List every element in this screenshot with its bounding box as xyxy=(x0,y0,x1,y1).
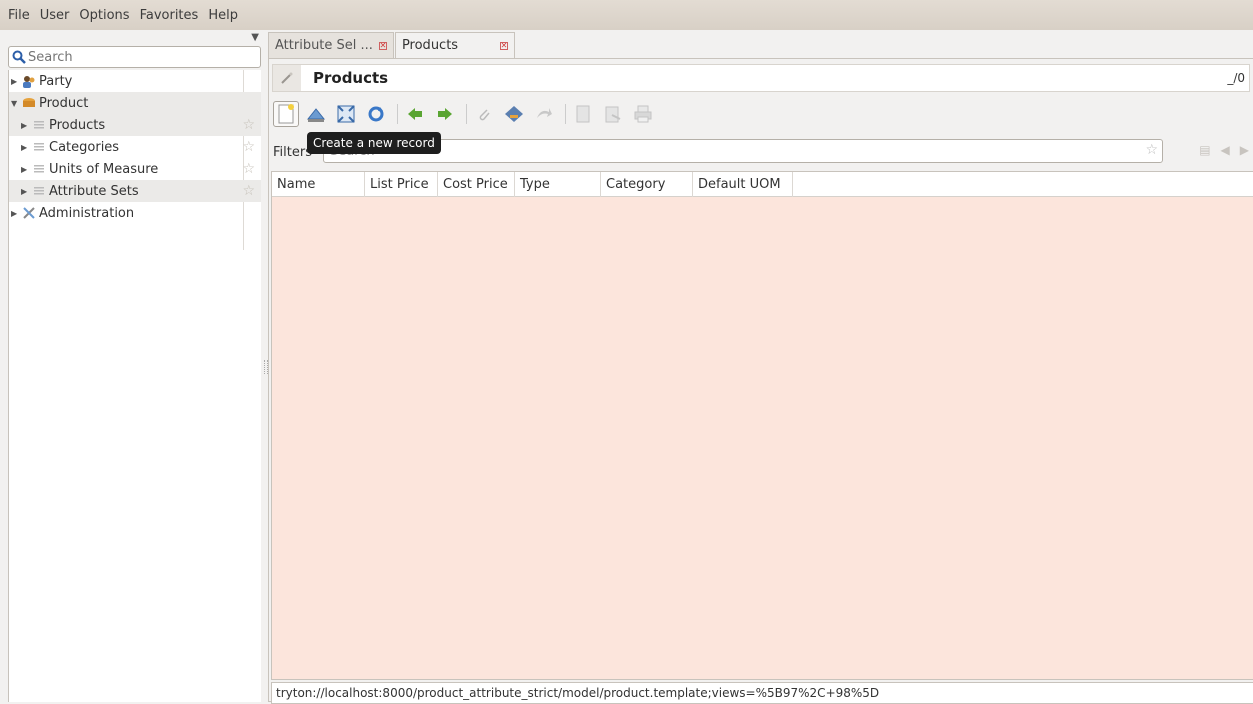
new-record-button[interactable] xyxy=(273,101,299,127)
expand-arrow-icon[interactable]: ▶ xyxy=(11,209,21,218)
print-button[interactable] xyxy=(630,101,656,127)
tree-item-products[interactable]: ▶ Products ☆ xyxy=(9,114,261,136)
next-button[interactable] xyxy=(432,101,458,127)
bookmark-star-icon[interactable]: ☆ xyxy=(1145,142,1158,158)
list-icon xyxy=(31,119,47,131)
favorite-star-icon[interactable]: ☆ xyxy=(242,183,255,199)
column-header-name[interactable]: Name xyxy=(272,172,365,197)
favorite-star-icon[interactable]: ☆ xyxy=(242,117,255,133)
close-tab-icon[interactable]: ✕ xyxy=(378,41,387,50)
tree-item-units-of-measure[interactable]: ▶ Units of Measure ☆ xyxy=(9,158,261,180)
wand-icon[interactable] xyxy=(273,65,301,91)
expand-arrow-icon[interactable]: ▶ xyxy=(21,121,31,130)
form-frame: Products _/0 Create a new record Filters… xyxy=(268,58,1253,704)
filter-actions: ▤ ◀ ▶ xyxy=(1199,143,1249,157)
toolbar xyxy=(273,99,660,129)
filter-previous-icon[interactable]: ◀ xyxy=(1221,143,1230,157)
sidebar-dropdown-icon[interactable]: ▼ xyxy=(251,32,259,43)
column-header-category[interactable]: Category xyxy=(601,172,693,197)
tree-item-categories[interactable]: ▶ Categories ☆ xyxy=(9,136,261,158)
menu-options[interactable]: Options xyxy=(79,8,129,23)
form-title: Products xyxy=(313,69,389,87)
menu-tree: ▶ Party ▼ Product ▶ Products ☆ ▶ Categor… xyxy=(8,70,261,702)
column-header-list-price[interactable]: List Price xyxy=(365,172,438,197)
favorite-star-icon[interactable]: ☆ xyxy=(242,161,255,177)
tree-item-label: Products xyxy=(49,117,106,133)
previous-button[interactable] xyxy=(402,101,428,127)
status-url[interactable]: tryton://localhost:8000/product_attribut… xyxy=(276,686,879,700)
tab-label: Attribute Sel ... xyxy=(275,38,373,53)
switch-view-button[interactable] xyxy=(333,101,359,127)
favorite-star-icon[interactable]: ☆ xyxy=(242,139,255,155)
collapse-arrow-icon[interactable]: ▼ xyxy=(11,99,21,108)
tree-item-label: Categories xyxy=(49,139,120,155)
tooltip: Create a new record xyxy=(307,132,441,154)
record-count: _/0 xyxy=(1227,71,1245,85)
sidebar-search-box[interactable] xyxy=(8,46,261,68)
save-filter-icon[interactable]: ▤ xyxy=(1199,143,1210,157)
filter-search-input[interactable]: Search ☆ xyxy=(323,139,1163,163)
action-button[interactable] xyxy=(531,101,557,127)
save-button[interactable] xyxy=(303,101,329,127)
tree-item-label: Attribute Sets xyxy=(49,183,139,199)
toolbar-separator xyxy=(565,104,566,124)
grid-header: Name List Price Cost Price Type Category… xyxy=(272,172,1253,197)
tree-item-label: Party xyxy=(39,73,73,89)
tree-item-label: Units of Measure xyxy=(49,161,159,177)
expand-arrow-icon[interactable]: ▶ xyxy=(21,143,31,152)
tab-products[interactable]: Products ✕ xyxy=(394,32,515,58)
menu-file[interactable]: File xyxy=(8,8,30,23)
menubar: File User Options Favorites Help xyxy=(0,0,1253,30)
menu-favorites[interactable]: Favorites xyxy=(140,8,199,23)
tab-attribute-sets[interactable]: Attribute Sel ... ✕ xyxy=(268,32,394,58)
filter-next-icon[interactable]: ▶ xyxy=(1240,143,1249,157)
expand-arrow-icon[interactable]: ▶ xyxy=(11,77,21,86)
tree-item-attribute-sets[interactable]: ▶ Attribute Sets ☆ xyxy=(9,180,261,202)
search-icon xyxy=(12,50,26,64)
toolbar-separator xyxy=(466,104,467,124)
tree-item-administration[interactable]: ▶ Administration xyxy=(9,202,261,224)
tree-item-label: Product xyxy=(39,95,89,111)
status-bar[interactable]: tryton://localhost:8000/product_attribut… xyxy=(271,682,1253,704)
list-icon xyxy=(31,163,47,175)
expand-arrow-icon[interactable]: ▶ xyxy=(21,187,31,196)
relate-button[interactable] xyxy=(570,101,596,127)
toolbar-separator xyxy=(397,104,398,124)
expand-arrow-icon[interactable]: ▶ xyxy=(21,165,31,174)
note-button[interactable] xyxy=(501,101,527,127)
reload-button[interactable] xyxy=(363,101,389,127)
party-icon xyxy=(21,75,37,88)
column-header-default-uom[interactable]: Default UOM xyxy=(693,172,793,197)
column-header-type[interactable]: Type xyxy=(515,172,601,197)
report-button[interactable] xyxy=(600,101,626,127)
administration-icon xyxy=(21,206,37,220)
attachment-button[interactable] xyxy=(471,101,497,127)
records-grid[interactable]: Name List Price Cost Price Type Category… xyxy=(271,171,1253,680)
product-icon xyxy=(21,97,37,109)
form-title-bar: Products _/0 xyxy=(272,64,1250,92)
tab-bar: Attribute Sel ... ✕ Products ✕ xyxy=(268,32,516,58)
list-icon xyxy=(31,141,47,153)
tree-item-label: Administration xyxy=(39,205,135,221)
close-tab-icon[interactable]: ✕ xyxy=(499,41,508,50)
main-area: Attribute Sel ... ✕ Products ✕ Products … xyxy=(268,30,1253,704)
column-header-cost-price[interactable]: Cost Price xyxy=(438,172,515,197)
sidebar-search-input[interactable] xyxy=(26,48,236,66)
tree-item-party[interactable]: ▶ Party xyxy=(9,70,261,92)
tree-item-product[interactable]: ▼ Product xyxy=(9,92,261,114)
list-icon xyxy=(31,185,47,197)
menu-help[interactable]: Help xyxy=(208,8,238,23)
tab-label: Products xyxy=(401,38,459,53)
menu-user[interactable]: User xyxy=(40,8,70,23)
sidebar: ▼ ▶ Party ▼ Product ▶ xyxy=(0,30,263,702)
